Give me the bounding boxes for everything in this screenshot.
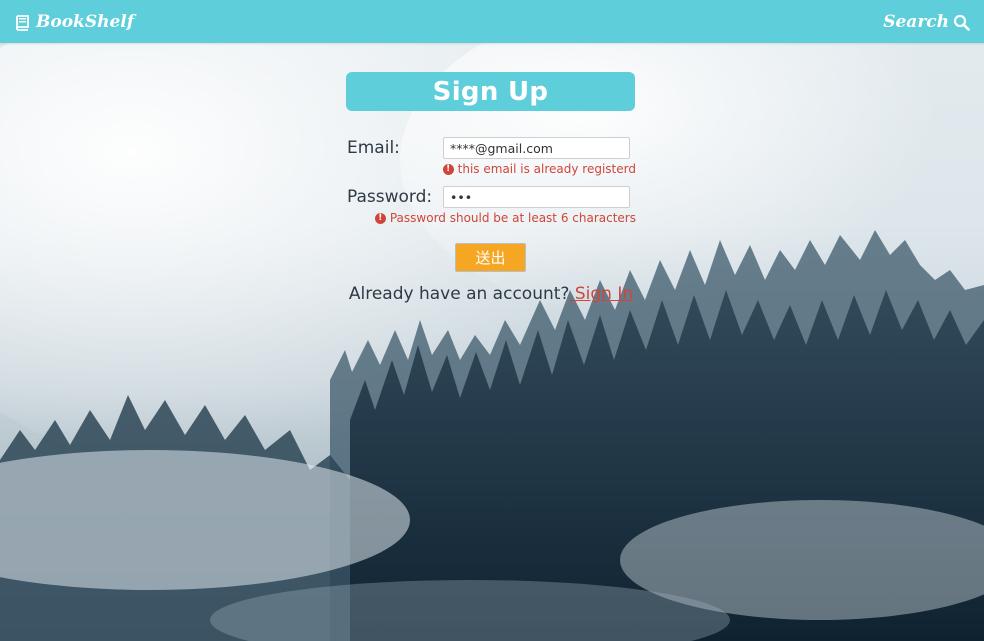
signup-form: Sign Up Email: ****@gmail.com ! this ema… (346, 72, 636, 304)
error-icon: ! (442, 163, 454, 175)
signin-prompt-text: Already have an account? (348, 284, 570, 304)
password-label: Password: (347, 187, 433, 207)
error-icon: ! (374, 212, 386, 224)
password-error-text: Password should be at least 6 characters (389, 211, 636, 225)
password-row: Password: ••• (346, 186, 636, 210)
email-label: Email: (347, 138, 400, 158)
search-link[interactable]: Search (883, 10, 970, 34)
email-error-text: this email is already registerd (457, 162, 636, 176)
brand-name: BookShelf (36, 12, 135, 32)
form-title: Sign Up (346, 72, 635, 111)
book-icon (14, 14, 31, 31)
search-icon (953, 14, 970, 31)
signin-link[interactable]: Sign In (569, 284, 633, 304)
signup-page: BookShelf Search Sign Up Email: ****@gma… (0, 0, 984, 641)
brand-link[interactable]: BookShelf (14, 10, 134, 34)
password-error-message: ! Password should be at least 6 characte… (374, 211, 636, 225)
top-navbar: BookShelf Search (0, 0, 984, 43)
email-row: Email: ****@gmail.com (346, 137, 636, 161)
email-error-message: ! this email is already registerd (442, 162, 636, 176)
submit-button[interactable]: 送出 (455, 243, 526, 272)
signin-prompt-line: Already have an account? Sign In (346, 284, 636, 304)
email-input[interactable]: ****@gmail.com (443, 137, 630, 159)
search-label: Search (883, 12, 949, 32)
password-input[interactable]: ••• (443, 186, 630, 208)
